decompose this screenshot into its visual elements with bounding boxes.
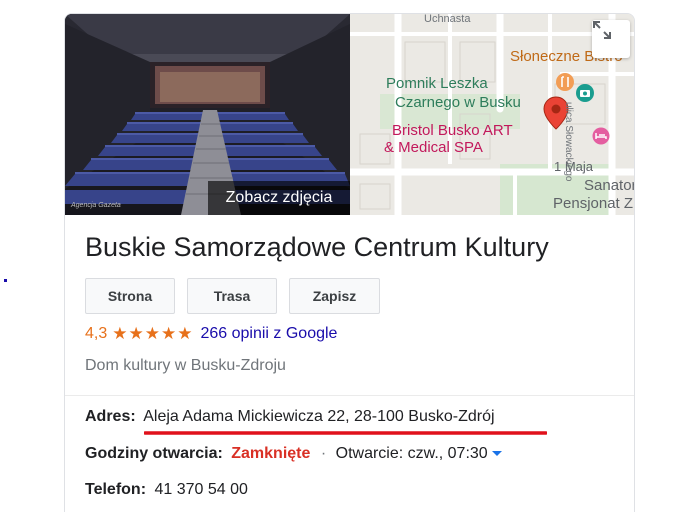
chevron-down-icon[interactable] bbox=[491, 451, 502, 457]
map-label-street-top: Uchnasta bbox=[424, 14, 471, 25]
expand-icon bbox=[593, 21, 611, 39]
hotel-icon bbox=[592, 127, 610, 145]
save-button[interactable]: Zapisz bbox=[289, 278, 380, 314]
camera-icon bbox=[576, 84, 594, 102]
address-row: Adres: Aleja Adama Mickiewicza 22, 28-10… bbox=[85, 408, 495, 426]
hours-row: Godziny otwarcia: Zamknięte · Otwarcie: … bbox=[85, 445, 502, 463]
divider bbox=[65, 395, 634, 396]
route-button[interactable]: Trasa bbox=[187, 278, 277, 314]
hours-status: Zamknięte bbox=[231, 445, 311, 462]
reviews-link[interactable]: 266 opinii z Google bbox=[200, 325, 337, 343]
map-label-sanatorium-2: Pensjonat Zbyszko bbox=[553, 195, 634, 212]
phone-label: Telefon: bbox=[85, 481, 147, 498]
star-rating-icon: ★★★★★ bbox=[112, 324, 194, 343]
hours-next-open[interactable]: Otwarcie: czw., 07:30 bbox=[336, 445, 488, 462]
map-label-street-side: ulica Słowackiego bbox=[563, 102, 574, 182]
rating-value: 4,3 bbox=[85, 325, 108, 342]
address-value[interactable]: Aleja Adama Mickiewicza 22, 28-100 Busko… bbox=[143, 408, 494, 425]
map-label-monument-1: Pomnik Leszka bbox=[386, 75, 488, 92]
hours-separator: · bbox=[320, 445, 327, 462]
map-thumbnail[interactable]: Uchnasta Słoneczne Bistro Pomnik Leszka … bbox=[350, 14, 634, 215]
stray-dot bbox=[4, 279, 7, 282]
place-title: Buskie Samorządowe Centrum Kultury bbox=[85, 232, 549, 262]
red-underline-annotation bbox=[144, 431, 547, 435]
phone-row: Telefon: 41 370 54 00 bbox=[85, 481, 248, 499]
restaurant-icon bbox=[556, 73, 574, 91]
map-label-sanatorium-1: Sanatorium & bbox=[584, 177, 634, 194]
photo-thumbnail[interactable]: Agencja Gazeta Zobacz zdjęcia bbox=[65, 14, 350, 215]
map-label-monument-2: Czarnego w Busku bbox=[395, 94, 521, 111]
phone-value[interactable]: 41 370 54 00 bbox=[154, 481, 247, 498]
address-label: Adres: bbox=[85, 408, 136, 425]
rating-row: 4,3 ★★★★★ 266 opinii z Google bbox=[85, 324, 337, 344]
knowledge-panel: Agencja Gazeta Zobacz zdjęcia Uchnasta S… bbox=[64, 13, 635, 512]
map-label-hotel-2: & Medical SPA bbox=[384, 139, 483, 156]
see-photos-label[interactable]: Zobacz zdjęcia bbox=[208, 181, 350, 215]
hours-label: Godziny otwarcia: bbox=[85, 445, 223, 462]
website-button[interactable]: Strona bbox=[85, 278, 175, 314]
photo-credit: Agencja Gazeta bbox=[71, 202, 121, 209]
place-category: Dom kultury w Busku-Zdroju bbox=[85, 357, 286, 374]
expand-map-button[interactable] bbox=[592, 20, 630, 58]
